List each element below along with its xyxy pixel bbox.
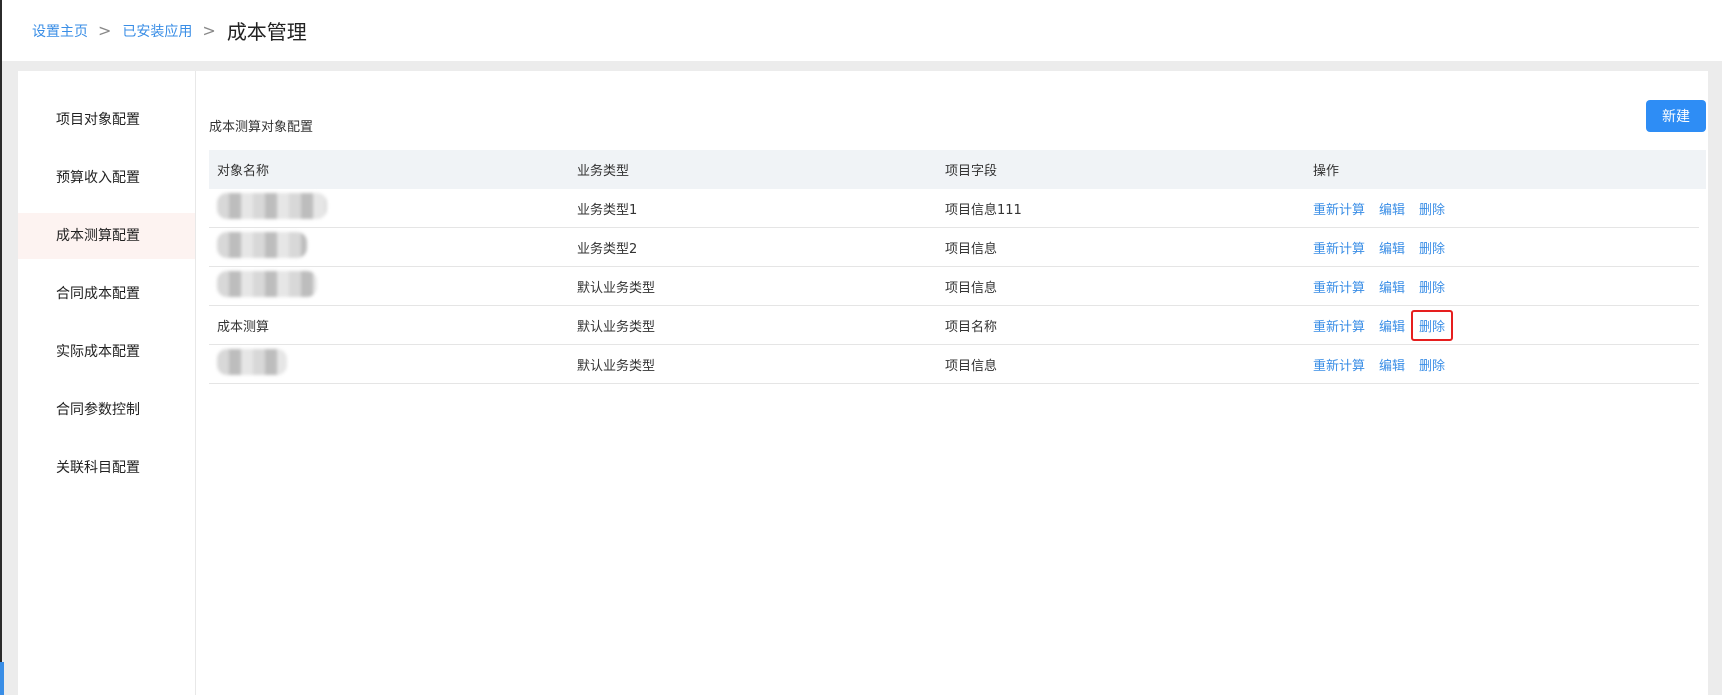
redacted-name (217, 349, 287, 375)
project-field-cell: 项目信息111 (945, 202, 1022, 218)
actions-cell: 重新计算 编辑 删除 (1313, 199, 1699, 218)
delete-link[interactable]: 删除 (1419, 355, 1445, 374)
recalculate-link[interactable]: 重新计算 (1313, 199, 1365, 218)
column-header-object-name: 对象名称 (217, 164, 270, 179)
delete-link[interactable]: 删除 (1419, 199, 1445, 218)
recalculate-link[interactable]: 重新计算 (1313, 316, 1365, 335)
business-type-cell: 业务类型1 (577, 202, 638, 218)
actions-cell: 重新计算 编辑 删除 (1313, 238, 1699, 257)
recalculate-link[interactable]: 重新计算 (1313, 238, 1365, 257)
sidebar-item-contract-cost[interactable]: 合同成本配置 (18, 271, 195, 317)
delete-link[interactable]: 删除 (1419, 277, 1445, 296)
table-row: 业务类型1 项目信息111 重新计算 编辑 删除 (209, 189, 1699, 228)
project-field-cell: 项目名称 (945, 319, 998, 335)
business-type-cell: 默认业务类型 (577, 358, 656, 374)
column-header-project-field: 项目字段 (945, 164, 998, 179)
main-panel: 项目对象配置 预算收入配置 成本测算配置 合同成本配置 实际成本配置 合同参数控… (18, 71, 1708, 695)
content-area: 成本测算对象配置 新建 对象名称 业务类型 项目字段 操作 业务类型1 项目信息… (209, 71, 1706, 695)
sidebar-item-project-object[interactable]: 项目对象配置 (18, 97, 195, 143)
business-type-cell: 业务类型2 (577, 241, 638, 257)
breadcrumb: 设置主页 > 已安装应用 > 成本管理 (2, 0, 1722, 61)
column-header-actions: 操作 (1313, 164, 1340, 179)
chevron-right-icon: > (98, 21, 112, 40)
config-sidebar: 项目对象配置 预算收入配置 成本测算配置 合同成本配置 实际成本配置 合同参数控… (18, 71, 196, 695)
sidebar-item-contract-params[interactable]: 合同参数控制 (18, 387, 195, 433)
recalculate-link[interactable]: 重新计算 (1313, 277, 1365, 296)
sidebar-item-cost-estimate[interactable]: 成本测算配置 (18, 213, 195, 259)
object-name-cell (209, 232, 577, 262)
edit-link[interactable]: 编辑 (1379, 199, 1405, 218)
edit-link[interactable]: 编辑 (1379, 316, 1405, 335)
redacted-name (217, 271, 317, 297)
edit-link[interactable]: 编辑 (1379, 355, 1405, 374)
sidebar-item-budget-income[interactable]: 预算收入配置 (18, 155, 195, 201)
new-button[interactable]: 新建 (1646, 100, 1706, 132)
breadcrumb-settings-home[interactable]: 设置主页 (32, 21, 88, 41)
edit-link[interactable]: 编辑 (1379, 277, 1405, 296)
table-row: 业务类型2 项目信息 重新计算 编辑 删除 (209, 228, 1699, 267)
object-name-cell: 成本测算 (217, 319, 270, 335)
section-title: 成本测算对象配置 (209, 120, 314, 135)
project-field-cell: 项目信息 (945, 241, 998, 257)
delete-link[interactable]: 删除 (1419, 238, 1445, 257)
table-header: 对象名称 业务类型 项目字段 操作 (209, 150, 1706, 189)
delete-link-highlighted[interactable]: 删除 (1411, 309, 1454, 341)
page-title: 成本管理 (226, 20, 307, 44)
project-field-cell: 项目信息 (945, 358, 998, 374)
cost-object-table: 对象名称 业务类型 项目字段 操作 业务类型1 项目信息111 重新计算 编辑 … (209, 150, 1706, 384)
edit-link[interactable]: 编辑 (1379, 238, 1405, 257)
breadcrumb-installed-apps[interactable]: 已安装应用 (122, 21, 192, 41)
window-accent-edge (0, 662, 4, 695)
actions-cell: 重新计算 编辑 删除 (1313, 277, 1699, 296)
business-type-cell: 默认业务类型 (577, 280, 656, 296)
object-name-cell (209, 271, 577, 301)
chevron-right-icon: > (202, 21, 216, 40)
project-field-cell: 项目信息 (945, 280, 998, 296)
sidebar-item-actual-cost[interactable]: 实际成本配置 (18, 329, 195, 375)
table-row: 成本测算 默认业务类型 项目名称 重新计算 编辑 删除 (209, 306, 1699, 345)
table-row: 默认业务类型 项目信息 重新计算 编辑 删除 (209, 267, 1699, 306)
recalculate-link[interactable]: 重新计算 (1313, 355, 1365, 374)
redacted-name (217, 232, 307, 258)
table-row: 默认业务类型 项目信息 重新计算 编辑 删除 (209, 345, 1699, 384)
column-header-business-type: 业务类型 (577, 164, 630, 179)
object-name-cell (209, 349, 577, 379)
sidebar-item-linked-subjects[interactable]: 关联科目配置 (18, 445, 195, 491)
redacted-name (217, 193, 327, 219)
object-name-cell (209, 193, 577, 223)
actions-cell: 重新计算 编辑 删除 (1313, 355, 1699, 374)
business-type-cell: 默认业务类型 (577, 319, 656, 335)
actions-cell: 重新计算 编辑 删除 (1313, 309, 1699, 341)
window-left-border (0, 0, 2, 695)
